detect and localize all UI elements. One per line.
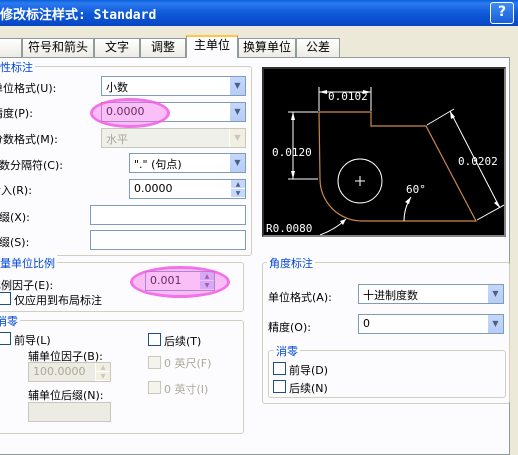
help-button[interactable]: ?: [490, 2, 514, 24]
angular-precision-select[interactable]: 0 ▼: [358, 314, 504, 334]
layout-only-checkbox[interactable]: [0, 292, 11, 305]
trailing-zero-label: 后续(T): [164, 335, 202, 348]
precision-label: 精度(P):: [0, 107, 33, 120]
spin-down-icon[interactable]: ▼: [95, 372, 110, 381]
zero-feet-label: 0 英尺(F): [164, 357, 212, 370]
zero-feet-checkbox[interactable]: [148, 356, 161, 369]
angular-leading-label: 前导(D): [289, 364, 329, 377]
angular-unit-format-select[interactable]: 十进制度数 ▼: [358, 284, 504, 304]
angular-trailing-checkbox[interactable]: [273, 380, 286, 393]
round-off-stepper[interactable]: 0.0000 ▲ ▼: [129, 179, 246, 199]
preview-part-outline: [318, 111, 477, 222]
prefix-input[interactable]: [90, 205, 246, 225]
radius-label: R0.0080: [266, 222, 312, 235]
tab-lines[interactable]: [0, 38, 22, 57]
unit-format-value: 小数: [106, 81, 128, 94]
spin-up-icon[interactable]: ▲: [230, 180, 245, 189]
fraction-format-select[interactable]: 水平 ▼: [101, 128, 246, 148]
sub-unit-suffix-label: 辅单位后缀(N):: [28, 389, 104, 402]
dimension-preview-drawing: 0.0102 0.0120 0.0202 60° R0.0080: [266, 87, 504, 235]
angular-unit-format-label: 单位格式(A):: [268, 291, 332, 304]
linear-dimensions-title: 线性标注: [0, 59, 35, 75]
sub-unit-suffix-input[interactable]: [28, 402, 111, 422]
zero-suppression-title: 消零: [0, 313, 20, 329]
angular-unit-format-value: 十进制度数: [363, 289, 418, 302]
dimension-right-label: 0.0202: [458, 155, 498, 168]
angular-precision-value: 0: [363, 317, 370, 330]
tab-alternate-units[interactable]: 换算单位: [238, 38, 296, 57]
angular-precision-label: 精度(O):: [268, 321, 311, 334]
decimal-separator-select[interactable]: "." (句点) ▼: [129, 153, 246, 173]
chevron-down-icon: ▼: [487, 285, 503, 303]
highlight-mark: [90, 98, 170, 128]
chevron-down-icon: ▼: [229, 77, 245, 95]
trailing-zero-checkbox[interactable]: [148, 333, 161, 346]
leading-zero-label: 前导(L): [14, 334, 51, 347]
angular-leading-checkbox[interactable]: [273, 362, 286, 375]
chevron-down-icon: ▼: [229, 103, 245, 121]
dialog-title: 修改标注样式: Standard: [0, 8, 157, 23]
decimal-separator-value: "." (句点): [134, 158, 182, 171]
fraction-format-label: 分数格式(M):: [0, 133, 58, 146]
dialog-title-bar[interactable]: 修改标注样式: Standard: [0, 0, 518, 26]
angle-label: 60°: [406, 183, 426, 196]
spin-down-icon[interactable]: ▼: [230, 189, 245, 198]
sub-unit-factor-value: 100.0000: [33, 365, 86, 378]
layout-only-label: 仅应用到布局标注: [14, 294, 102, 307]
sub-unit-factor-stepper[interactable]: 100.0000 ▲ ▼: [28, 362, 111, 382]
scale-factor-label: 比例因子(E):: [0, 279, 54, 292]
angular-dimensions-title: 角度标注: [267, 255, 315, 271]
dimension-left-label: 0.0120: [272, 146, 312, 159]
chevron-down-icon: ▼: [229, 154, 245, 172]
suffix-input[interactable]: [90, 230, 246, 250]
chevron-down-icon: ▼: [229, 129, 245, 147]
preview-pane: 0.0102 0.0120 0.0202 60° R0.0080: [262, 67, 506, 237]
decimal-separator-label: 小数分隔符(C):: [0, 159, 63, 172]
dimension-top-label: 0.0102: [328, 90, 368, 103]
tab-fit[interactable]: 调整: [140, 38, 186, 57]
prefix-label: 前缀(X):: [0, 211, 30, 224]
suffix-label: 后缀(S):: [0, 236, 30, 249]
tab-symbols-arrows[interactable]: 符号和箭头: [22, 38, 94, 57]
unit-format-label: 单位格式(U):: [0, 82, 57, 95]
round-off-value: 0.0000: [134, 182, 173, 195]
tab-primary-units[interactable]: 主单位: [186, 35, 238, 58]
zero-inches-checkbox[interactable]: [148, 381, 161, 394]
fraction-format-value: 水平: [106, 133, 128, 146]
measurement-scale-title: 测量单位比例: [0, 255, 57, 271]
angular-zero-suppression-title: 消零: [274, 343, 300, 359]
round-off-label: 舍入(R):: [0, 184, 32, 197]
tab-tolerances[interactable]: 公差: [296, 38, 340, 57]
unit-format-select[interactable]: 小数 ▼: [101, 76, 246, 96]
angular-trailing-label: 后续(N): [289, 382, 328, 395]
chevron-down-icon: ▼: [487, 315, 503, 333]
highlight-mark: [130, 266, 230, 298]
tab-text[interactable]: 文字: [94, 38, 140, 57]
spin-up-icon[interactable]: ▲: [95, 363, 110, 372]
leading-zero-checkbox[interactable]: [0, 332, 11, 345]
zero-inches-label: 0 英寸(I): [164, 383, 209, 396]
